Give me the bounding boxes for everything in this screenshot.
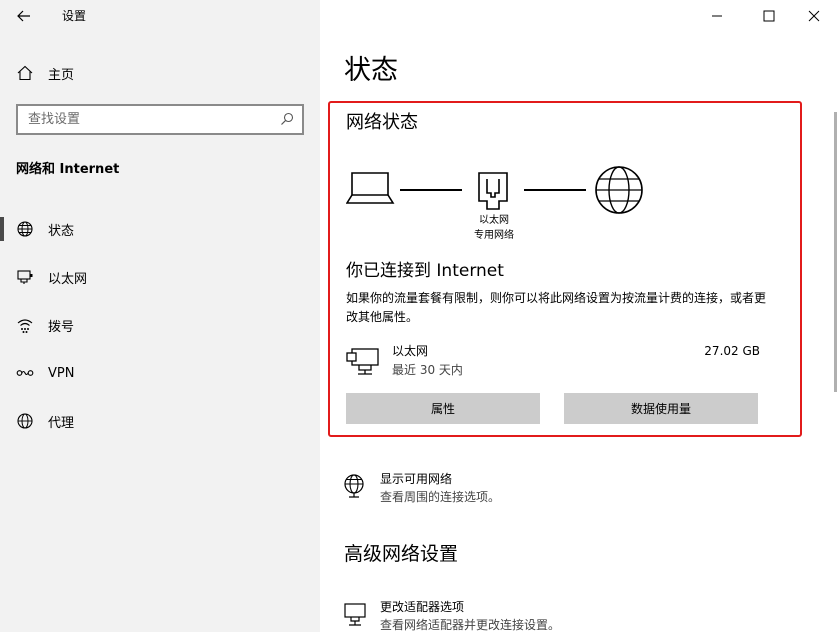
connection-description: 如果你的流量套餐有限制，则你可以将此网络设置为按流量计费的连接，或者更改其他属性… xyxy=(346,291,767,324)
router-icon xyxy=(478,172,508,210)
sidebar-item-proxy[interactable]: 代理 xyxy=(0,397,320,445)
sidebar-item-home[interactable]: 主页 xyxy=(16,62,74,84)
link-title: 更改适配器选项 xyxy=(380,600,465,614)
sidebar-item-label: 以太网 xyxy=(48,271,88,287)
show-available-networks-link[interactable]: 显示可用网络 查看周围的连接选项。 xyxy=(342,471,782,509)
adapter-icon xyxy=(344,603,366,626)
home-icon xyxy=(17,65,33,81)
link-subtitle: 查看周围的连接选项。 xyxy=(380,490,501,504)
data-usage-value: 27.02 GB xyxy=(704,344,760,358)
sidebar-item-label: 状态 xyxy=(48,223,75,239)
app-title: 设置 xyxy=(62,9,87,23)
close-icon xyxy=(808,10,820,22)
sidebar-item-vpn[interactable]: VPN xyxy=(0,349,320,397)
search-icon[interactable] xyxy=(280,112,294,126)
sidebar-item-label: 拨号 xyxy=(48,319,75,335)
minimize-icon xyxy=(712,15,722,17)
search-box[interactable] xyxy=(16,104,304,135)
network-diagram: 以太网 专用网络 xyxy=(346,163,646,253)
connection-line xyxy=(400,189,462,191)
sidebar-item-label: 主页 xyxy=(48,67,75,83)
back-arrow-icon xyxy=(17,10,30,22)
sidebar: 设置 主页 网络和 Internet 状态 以太网 拨号 VPN 代理 xyxy=(0,0,320,632)
adapter-name: 以太网 xyxy=(392,344,429,358)
search-input[interactable] xyxy=(18,106,268,133)
connection-status-heading: 你已连接到 Internet xyxy=(346,261,504,281)
main-content: 状态 网络状态 以太网 专用网络 你已连接到 Internet 如果你的流量套餐… xyxy=(320,0,839,632)
maximize-icon xyxy=(763,10,775,22)
scrollbar[interactable] xyxy=(834,112,837,392)
dialup-icon xyxy=(17,319,33,333)
change-adapter-options-link[interactable]: 更改适配器选项 查看网络适配器并更改连接设置。 xyxy=(342,599,782,632)
globe-icon xyxy=(595,166,643,214)
sidebar-item-label: VPN xyxy=(48,365,75,381)
link-subtitle: 查看网络适配器并更改连接设置。 xyxy=(380,618,561,632)
advanced-settings-heading: 高级网络设置 xyxy=(344,543,459,565)
adapter-usage-row: 以太网 最近 30 天内 27.02 GB xyxy=(346,343,760,383)
properties-button[interactable]: 属性 xyxy=(346,393,540,424)
globe-icon xyxy=(17,413,33,429)
page-title: 状态 xyxy=(344,55,398,86)
maximize-button[interactable] xyxy=(746,4,792,28)
laptop-icon xyxy=(346,172,395,204)
minimize-button[interactable] xyxy=(694,4,740,28)
sidebar-item-label: 代理 xyxy=(48,415,75,431)
link-title: 显示可用网络 xyxy=(380,472,453,486)
globe-status-icon xyxy=(17,221,33,237)
sidebar-item-status[interactable]: 状态 xyxy=(0,205,320,253)
close-button[interactable] xyxy=(791,4,837,28)
connection-line xyxy=(524,189,586,191)
adapter-period: 最近 30 天内 xyxy=(392,363,463,377)
sidebar-item-ethernet[interactable]: 以太网 xyxy=(0,253,320,301)
network-status-heading: 网络状态 xyxy=(346,112,418,133)
ethernet-adapter-icon xyxy=(346,348,379,375)
ethernet-icon xyxy=(17,270,33,284)
data-usage-button[interactable]: 数据使用量 xyxy=(564,393,758,424)
back-button[interactable] xyxy=(14,6,38,26)
sidebar-nav: 状态 以太网 拨号 VPN 代理 xyxy=(0,205,320,445)
vpn-icon xyxy=(16,370,34,376)
sidebar-section-title: 网络和 Internet xyxy=(16,162,120,177)
network-globe-icon xyxy=(344,474,364,498)
sidebar-item-dialup[interactable]: 拨号 xyxy=(0,301,320,349)
router-label: 以太网 专用网络 xyxy=(474,215,514,241)
network-status-panel: 网络状态 以太网 专用网络 你已连接到 Internet 如果你的流量套餐有限制… xyxy=(328,101,802,437)
